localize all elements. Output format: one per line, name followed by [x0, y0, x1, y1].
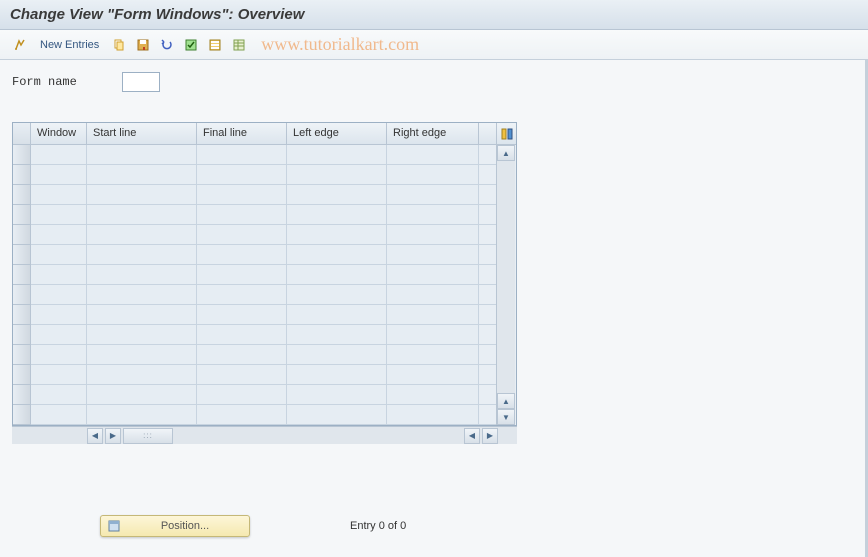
footer-row: Position... Entry 0 of 0: [100, 515, 406, 537]
scroll-down-icon[interactable]: ▲: [497, 393, 515, 409]
scroll-down-icon[interactable]: ▼: [497, 409, 515, 425]
copy-icon[interactable]: [109, 35, 129, 55]
table-row[interactable]: [31, 385, 496, 405]
select-all-icon[interactable]: [181, 35, 201, 55]
row-selector[interactable]: [13, 245, 31, 265]
table-settings-icon[interactable]: [229, 35, 249, 55]
watermark: www.tutorialkart.com: [261, 34, 419, 55]
position-label: Position...: [127, 520, 243, 532]
table-row[interactable]: [31, 145, 496, 165]
table-row[interactable]: [31, 205, 496, 225]
row-selector[interactable]: [13, 405, 31, 425]
row-selector[interactable]: [13, 365, 31, 385]
scroll-right-icon[interactable]: ▶: [105, 428, 121, 444]
form-name-input[interactable]: [122, 72, 160, 92]
row-selector[interactable]: [13, 205, 31, 225]
config-column: ▲ ▲ ▼: [496, 123, 516, 425]
row-selector[interactable]: [13, 385, 31, 405]
row-selector[interactable]: [13, 285, 31, 305]
table-row[interactable]: [31, 225, 496, 245]
table-row[interactable]: [31, 345, 496, 365]
row-selector[interactable]: [13, 305, 31, 325]
row-selector[interactable]: [13, 225, 31, 245]
grid-main: Window Start line Final line Left edge R…: [31, 123, 496, 425]
table-row[interactable]: [31, 245, 496, 265]
content-area: Form name: [0, 60, 868, 456]
scroll-left-icon[interactable]: ◀: [87, 428, 103, 444]
select-all-corner[interactable]: [13, 123, 31, 145]
row-selectors: [13, 123, 31, 425]
row-selector[interactable]: [13, 165, 31, 185]
table-row[interactable]: [31, 285, 496, 305]
toolbar: New Entries www.tutorialkart.com: [0, 30, 868, 60]
table-row[interactable]: [31, 325, 496, 345]
undo-icon[interactable]: [157, 35, 177, 55]
scroll-left-end-icon[interactable]: ◀: [464, 428, 480, 444]
grid-header: Window Start line Final line Left edge R…: [31, 123, 496, 145]
scroll-track[interactable]: [497, 161, 515, 393]
table-grid: Window Start line Final line Left edge R…: [12, 122, 517, 426]
table-row[interactable]: [31, 185, 496, 205]
table-row[interactable]: [31, 405, 496, 425]
form-name-row: Form name: [12, 72, 856, 92]
vertical-scrollbar[interactable]: ▲ ▲ ▼: [497, 145, 515, 425]
row-selector[interactable]: [13, 325, 31, 345]
col-header-right-edge[interactable]: Right edge: [387, 123, 479, 144]
title-bar: Change View "Form Windows": Overview: [0, 0, 868, 30]
table-row[interactable]: [31, 305, 496, 325]
col-header-start-line[interactable]: Start line: [87, 123, 197, 144]
table-container: Window Start line Final line Left edge R…: [12, 122, 517, 444]
table-row[interactable]: [31, 365, 496, 385]
deselect-all-icon[interactable]: [205, 35, 225, 55]
col-header-left-edge[interactable]: Left edge: [287, 123, 387, 144]
table-config-icon[interactable]: [497, 123, 516, 145]
form-name-label: Form name: [12, 75, 112, 89]
row-selector[interactable]: [13, 345, 31, 365]
row-selector[interactable]: [13, 145, 31, 165]
scroll-drag-handle[interactable]: :::: [123, 428, 173, 444]
table-row[interactable]: [31, 165, 496, 185]
col-header-window[interactable]: Window: [31, 123, 87, 144]
row-selector[interactable]: [13, 185, 31, 205]
scroll-right-end-icon[interactable]: ▶: [482, 428, 498, 444]
save-icon[interactable]: [133, 35, 153, 55]
table-row[interactable]: [31, 265, 496, 285]
position-button[interactable]: Position...: [100, 515, 250, 537]
toggle-icon[interactable]: [10, 35, 30, 55]
grid-body: [31, 145, 496, 425]
horizontal-scrollbar[interactable]: ◀ ▶ ::: ◀ ▶: [12, 426, 517, 444]
scroll-up-icon[interactable]: ▲: [497, 145, 515, 161]
col-header-final-line[interactable]: Final line: [197, 123, 287, 144]
position-icon: [107, 519, 121, 533]
new-entries-button[interactable]: New Entries: [34, 39, 105, 51]
row-selector[interactable]: [13, 265, 31, 285]
entry-count-text: Entry 0 of 0: [350, 520, 406, 532]
page-title: Change View "Form Windows": Overview: [10, 6, 304, 23]
